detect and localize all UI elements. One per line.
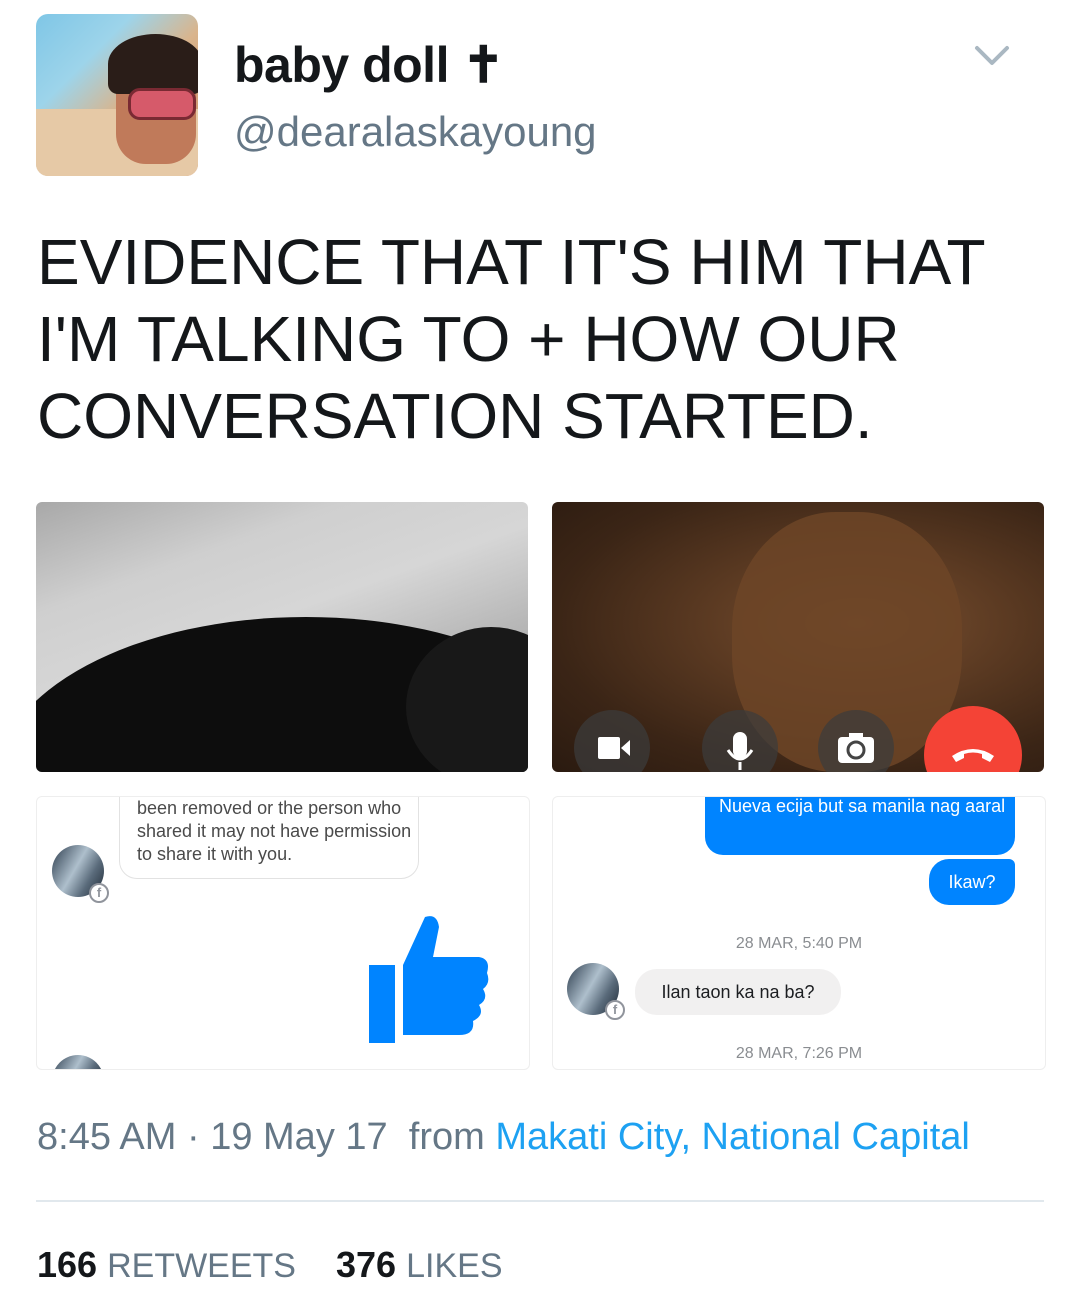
retweets-stat[interactable]: 166 RETWEETS (37, 1244, 296, 1285)
meta-separator: · (176, 1116, 211, 1158)
tweet-time[interactable]: 8:45 AM (37, 1116, 176, 1158)
contact-avatar-partial (52, 1055, 104, 1069)
attached-photo-4[interactable]: Nueva ecija but sa manila nag aaral Ikaw… (552, 796, 1046, 1070)
sent-message-2: Ikaw? (929, 859, 1015, 905)
display-name[interactable]: baby doll ✝ (234, 36, 504, 94)
facebook-badge-icon: f (605, 1000, 625, 1020)
user-handle[interactable]: @dearalaskayoung (234, 108, 597, 156)
timestamp-1: 28 MAR, 5:40 PM (735, 935, 863, 952)
profile-avatar[interactable] (36, 14, 198, 176)
flip-camera-icon (818, 710, 894, 772)
attached-photo-3[interactable]: been removed or the person who shared it… (36, 796, 530, 1070)
attached-photo-1[interactable] (36, 502, 528, 772)
retweets-label: RETWEETS (107, 1247, 296, 1285)
removed-content-message: been removed or the person who shared it… (137, 798, 412, 864)
tweet-text: EVIDENCE THAT IT'S HIM THAT I'M TALKING … (37, 226, 985, 452)
divider (36, 1200, 1044, 1202)
retweets-count: 166 (37, 1244, 98, 1285)
tweet-meta: 8:45 AM · 19 May 17 from Makati City, Na… (37, 1116, 970, 1159)
end-call-icon (924, 706, 1022, 772)
sent-message-1: Nueva ecija but sa manila nag aaral (719, 796, 1006, 816)
facebook-badge-icon: f (89, 883, 109, 903)
tweet-stats: 166 RETWEETS 376 LIKES (37, 1244, 503, 1286)
from-label: from (408, 1116, 485, 1158)
likes-count: 376 (336, 1244, 397, 1285)
microphone-icon (702, 710, 778, 772)
thumbs-up-icon (369, 916, 489, 1043)
chevron-down-icon[interactable] (974, 44, 1010, 68)
location-link[interactable]: Makati City, National Capital (495, 1116, 969, 1158)
likes-stat[interactable]: 376 LIKES (336, 1244, 502, 1285)
video-camera-icon (574, 710, 650, 772)
timestamp-2: 28 MAR, 7:26 PM (735, 1045, 863, 1062)
tweet-date[interactable]: 19 May 17 (210, 1116, 387, 1158)
likes-label: LIKES (406, 1247, 503, 1285)
attached-photo-2[interactable] (552, 502, 1044, 772)
received-message: Ilan taon ka na ba? (635, 969, 841, 1015)
